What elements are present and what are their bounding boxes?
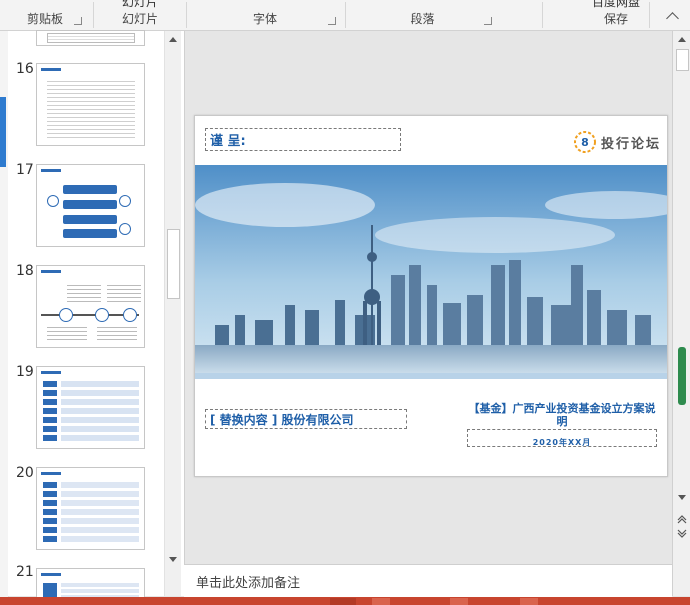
font-launcher-icon[interactable] (328, 17, 336, 25)
notes-pane[interactable]: 单击此处添加备注 (184, 564, 672, 597)
font-group: 字体 (190, 0, 340, 30)
save-group: 百度网盘 保存 (580, 0, 652, 30)
brand-name: 投行论坛 (601, 137, 662, 152)
slide-number: 16 (16, 61, 34, 77)
recipient-textbox[interactable]: 谨 呈: (205, 128, 401, 151)
slide-number: 19 (16, 364, 34, 380)
normal-view-button[interactable] (330, 598, 356, 605)
ribbon-separator (186, 2, 187, 28)
next-slide-icon[interactable] (676, 525, 688, 538)
svg-text:8: 8 (581, 136, 589, 149)
paragraph-group-label: 段落 (410, 12, 435, 26)
editor-scrollbar[interactable] (672, 31, 690, 596)
scroll-up-icon[interactable] (678, 37, 686, 42)
slide-thumbnail-16[interactable] (36, 63, 145, 146)
slide-thumbnail-21[interactable] (36, 568, 145, 598)
company-textbox[interactable]: [ 替换内容 ] 股份有限公司 (205, 409, 407, 429)
slide-number: 21 (16, 564, 34, 580)
paragraph-group: 段落 (350, 0, 495, 30)
slide-thumbnail-18[interactable] (36, 265, 145, 348)
save-group-label: 保存 (603, 12, 628, 26)
baidu-netdisk-button[interactable]: 百度网盘 (580, 0, 652, 10)
thumbnail-scrollbar[interactable] (164, 31, 181, 596)
slides-group: 幻灯片 幻灯片 (100, 0, 180, 30)
editor-scroll-thumb[interactable] (676, 49, 689, 71)
new-slide-button[interactable]: 幻灯片 (100, 0, 180, 10)
reading-view-button[interactable] (450, 598, 468, 605)
slide-number: 17 (16, 162, 34, 178)
slide-number: 18 (16, 263, 34, 279)
title-textbox[interactable]: 【基金】广西产业投资基金设立方案说明 (467, 402, 657, 432)
slide-thumbnail-19[interactable] (36, 366, 145, 449)
brand-logo-icon: 8 (571, 128, 599, 156)
scroll-up-icon[interactable] (169, 37, 177, 42)
scroll-down-icon[interactable] (169, 557, 177, 562)
previous-slide-icon[interactable] (676, 509, 688, 524)
slide-thumbnail-20[interactable] (36, 467, 145, 550)
notes-placeholder[interactable]: 单击此处添加备注 (196, 572, 300, 591)
slide-number: 20 (16, 465, 34, 481)
collapse-ribbon-icon[interactable] (666, 12, 679, 25)
ribbon: 剪贴板 幻灯片 幻灯片 字体 段落 百度网盘 保存 (0, 0, 690, 31)
slide-sorter-button[interactable] (372, 598, 390, 605)
date-text: 2020年XX月 (532, 438, 592, 447)
slide-thumbnail-17[interactable] (36, 164, 145, 247)
ribbon-separator (649, 2, 650, 28)
city-skyline-image[interactable] (195, 165, 667, 379)
slide-editor[interactable]: 谨 呈: 8 投行论坛 [替换内容] 股份有限公司 【基金】广西产业投资基金… (184, 31, 673, 564)
thumbnail-scroll-thumb[interactable] (167, 229, 180, 299)
current-slide[interactable]: 谨 呈: 8 投行论坛 [替换内容] 股份有限公司 【基金】广西产业投资基金… (194, 115, 668, 477)
status-bar (0, 597, 690, 605)
clipboard-launcher-icon[interactable] (74, 17, 82, 25)
ribbon-separator (345, 2, 346, 28)
clipboard-group-label: 剪贴板 (26, 12, 63, 26)
scroll-down-icon[interactable] (678, 495, 686, 500)
font-group-label: 字体 (252, 12, 277, 26)
date-textbox[interactable]: 2020年XX月 (467, 429, 657, 447)
slides-group-label: 幻灯片 (121, 12, 158, 26)
paragraph-launcher-icon[interactable] (484, 17, 492, 25)
ribbon-separator (93, 2, 94, 28)
slide-thumbnail-15[interactable] (36, 30, 145, 46)
ribbon-separator (542, 2, 543, 28)
window-left-highlight (0, 97, 6, 167)
slide-thumbnail-pane[interactable]: 16 17 18 19 20 21 (8, 30, 184, 598)
company-text: [ 替换内容 ] 股份有限公司 (210, 413, 354, 427)
scroll-position-indicator (678, 347, 686, 405)
recipient-text: 谨 呈: (210, 134, 246, 149)
clipboard-group: 剪贴板 (10, 0, 82, 30)
slideshow-button[interactable] (520, 598, 538, 605)
